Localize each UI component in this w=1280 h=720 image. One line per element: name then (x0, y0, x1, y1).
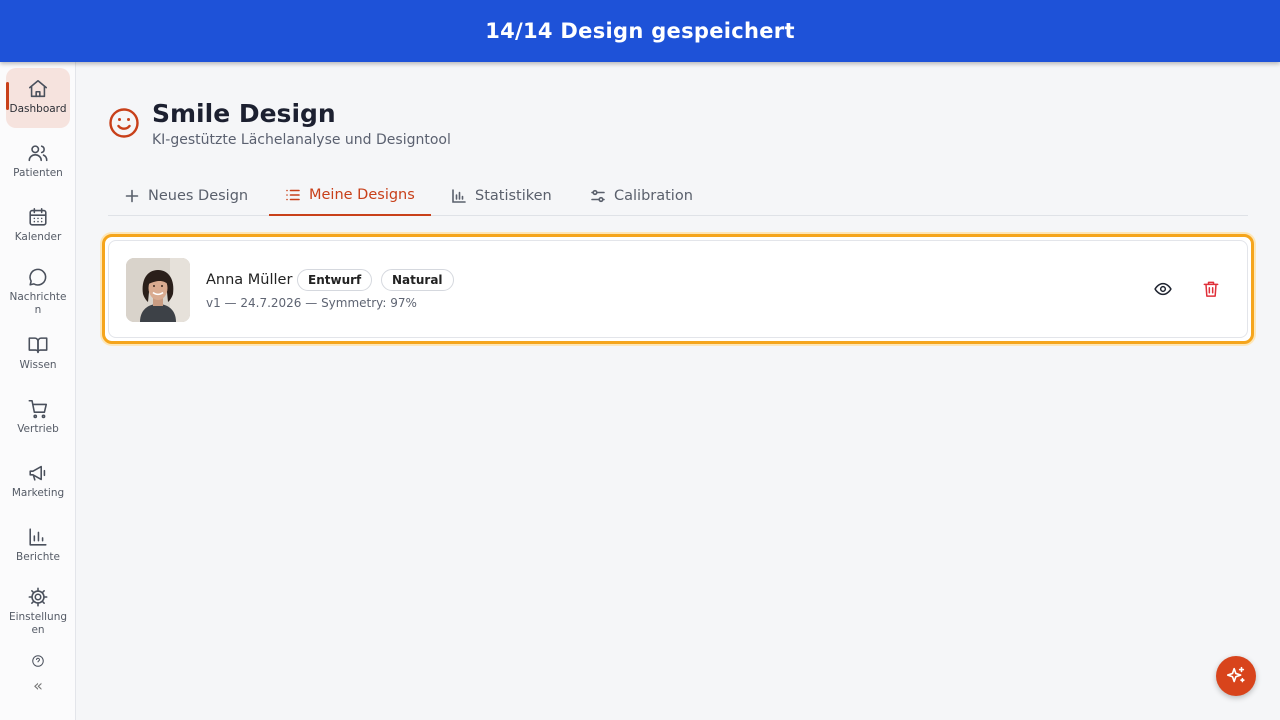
tab-label: Statistiken (475, 188, 552, 204)
bar-chart-icon (452, 189, 466, 203)
eye-icon (1154, 282, 1172, 296)
trash-icon (1203, 281, 1219, 297)
save-status-banner: 14/14 Design gespeichert (0, 0, 1280, 62)
cart-icon (28, 399, 48, 419)
calendar-icon (29, 207, 47, 226)
page-subtitle: KI-gestützte Lächelanalyse und Designtoo… (152, 132, 451, 148)
sidebar-item-label: Nachrichten (9, 291, 67, 316)
sidebar-item-label: Patienten (13, 167, 63, 179)
design-card[interactable]: Anna Müller Entwurf Natural v1 — 24.7.20… (102, 234, 1254, 344)
sliders-icon (591, 189, 605, 203)
tab-label: Neues Design (148, 188, 249, 204)
patient-photo (126, 258, 190, 322)
sidebar-item-label: Vertrieb (17, 423, 59, 435)
tab-bar: Neues Design Meine Designs Statistiken C… (108, 176, 1248, 216)
smile-icon (109, 108, 139, 138)
book-icon (28, 337, 48, 354)
tab-neues-design[interactable]: Neues Design (108, 176, 264, 216)
sidebar-item-wissen[interactable]: Wissen (6, 334, 70, 372)
sidebar-item-label: Kalender (14, 231, 62, 243)
sidebar-item-label: Einstellungen (8, 611, 68, 636)
style-badge: Natural (381, 269, 454, 291)
help-icon (32, 655, 44, 667)
sidebar-item-nachrichten[interactable]: Nachrichten (6, 266, 70, 317)
plus-icon (125, 189, 139, 203)
sidebar-item-patienten[interactable]: Patienten (6, 142, 70, 180)
megaphone-icon (29, 465, 46, 481)
gear-icon (28, 587, 48, 607)
tab-label: Meine Designs (309, 187, 415, 203)
design-card-body: Anna Müller Entwurf Natural v1 — 24.7.20… (108, 240, 1248, 338)
tab-meine-designs[interactable]: Meine Designs (269, 176, 431, 216)
tab-calibration[interactable]: Calibration (574, 176, 709, 216)
sidebar-item-einstellungen[interactable]: Einstellungen (6, 586, 70, 637)
delete-design-button[interactable] (1201, 279, 1221, 299)
sidebar: Dashboard Patienten Kalender Nachrichten… (0, 62, 76, 720)
sidebar-item-vertrieb[interactable]: Vertrieb (6, 398, 70, 436)
sidebar-item-marketing[interactable]: Marketing (6, 462, 70, 500)
sidebar-item-berichte[interactable]: Berichte (6, 526, 70, 564)
sidebar-item-kalender[interactable]: Kalender (6, 206, 70, 244)
message-icon (29, 268, 47, 286)
users-icon (28, 145, 48, 162)
collapse-sidebar-button[interactable]: « (28, 676, 48, 696)
sidebar-item-dashboard[interactable]: Dashboard (6, 68, 70, 128)
page-title: Smile Design (152, 99, 336, 128)
sidebar-item-help[interactable] (6, 654, 70, 668)
status-badge: Entwurf (297, 269, 373, 291)
home-icon (28, 79, 48, 98)
bar-chart-icon (29, 528, 47, 546)
sidebar-item-label: Marketing (11, 487, 65, 499)
patient-avatar (126, 258, 190, 322)
sidebar-item-label: Wissen (19, 359, 57, 371)
view-design-button[interactable] (1153, 279, 1173, 299)
sparkles-icon (1226, 666, 1245, 683)
chevrons-left-icon: « (33, 676, 43, 695)
banner-text: 14/14 Design gespeichert (485, 19, 795, 43)
tab-label: Calibration (614, 188, 693, 204)
design-meta: v1 — 24.7.2026 — Symmetry: 97% (206, 296, 417, 310)
tab-statistiken[interactable]: Statistiken (435, 176, 568, 216)
ai-assistant-button[interactable] (1216, 656, 1256, 696)
sidebar-item-label: Berichte (16, 551, 60, 563)
list-icon (286, 189, 300, 201)
sidebar-item-label: Dashboard (9, 103, 67, 115)
patient-name: Anna Müller (206, 272, 293, 288)
